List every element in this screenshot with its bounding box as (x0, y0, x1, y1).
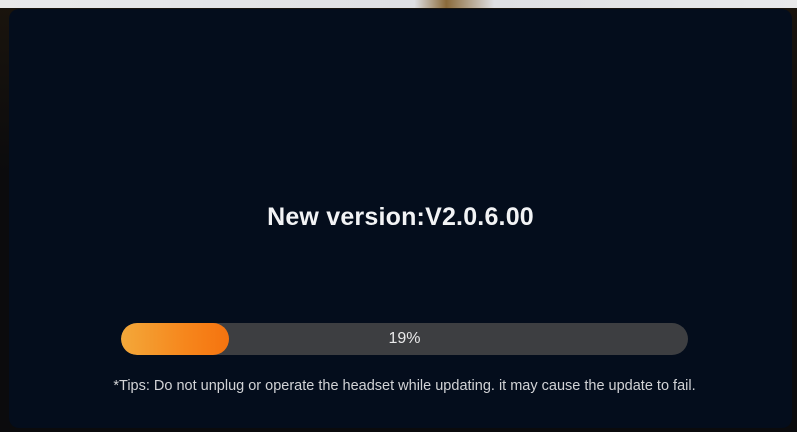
top-window-edge (0, 0, 797, 8)
new-version-title: New version:V2.0.6.00 (267, 203, 534, 231)
update-progress-bar: 19% (121, 323, 688, 355)
update-dialog: New version:V2.0.6.00 19% *Tips: Do not … (9, 9, 792, 428)
update-tips-text: *Tips: Do not unplug or operate the head… (113, 378, 696, 394)
progress-percent-label: 19% (388, 330, 421, 347)
